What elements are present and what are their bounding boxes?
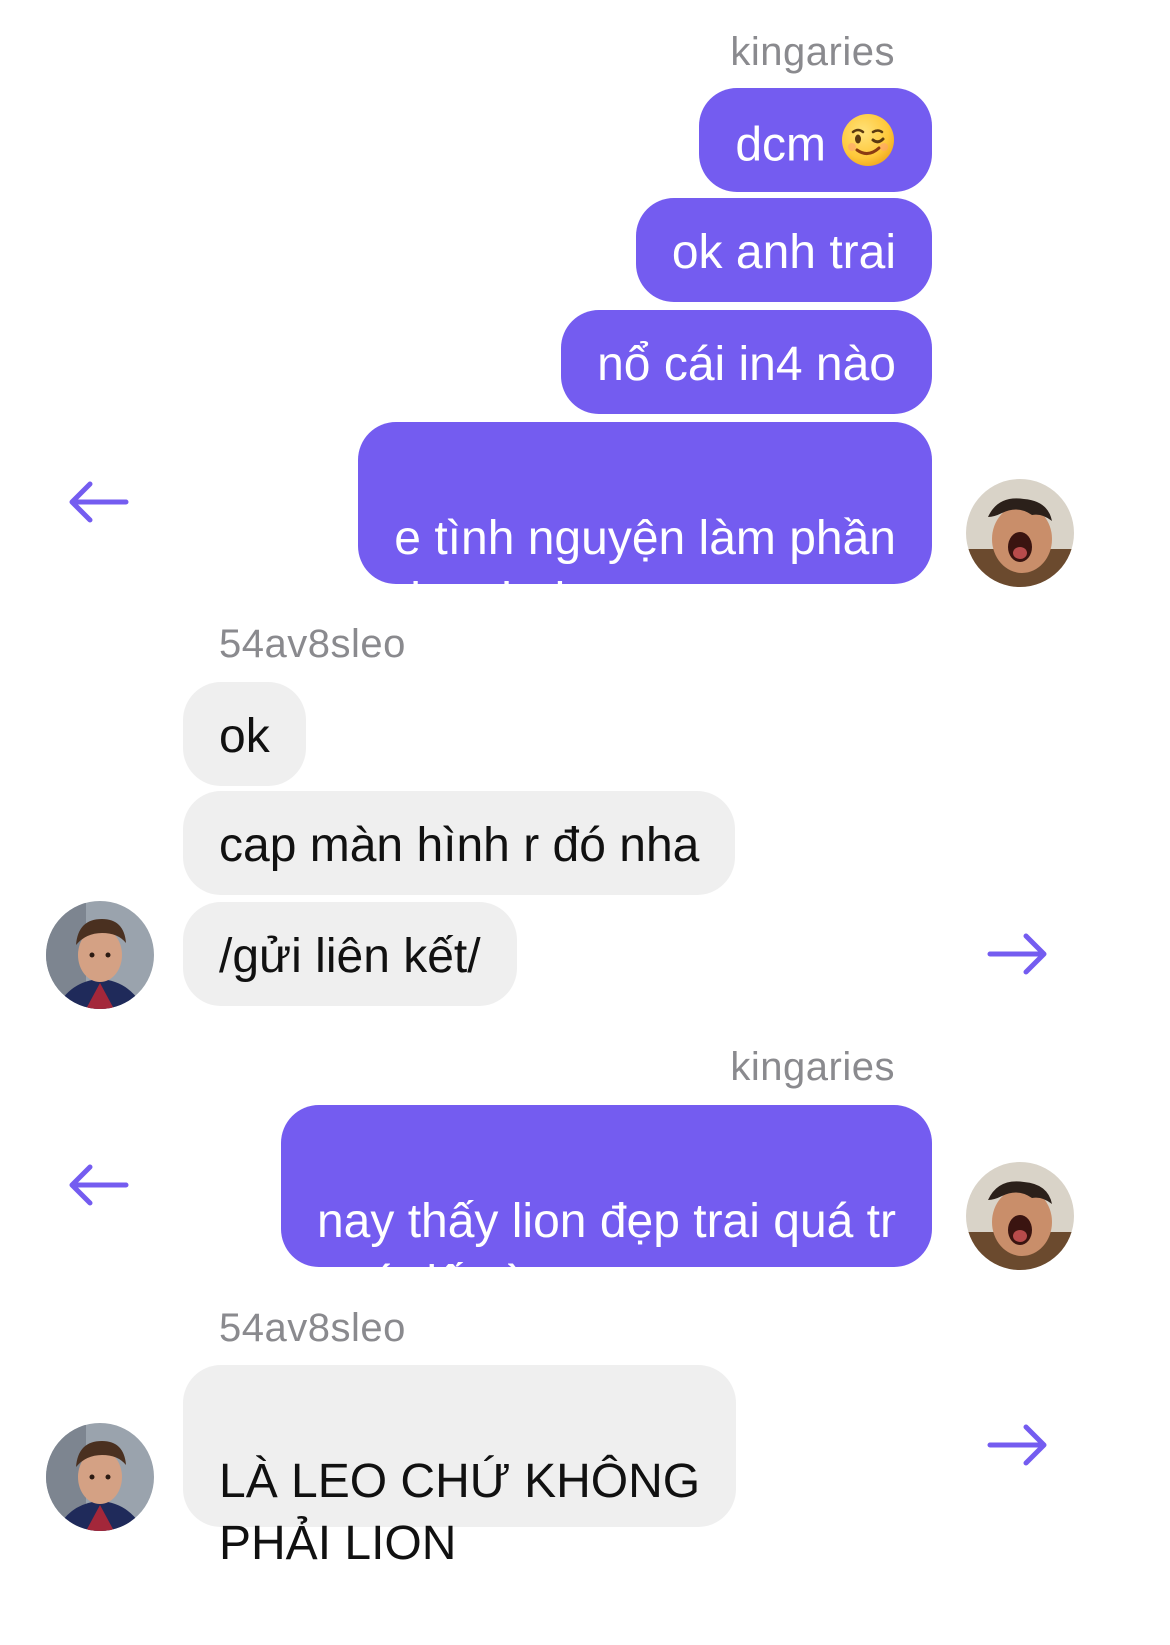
- message-bubble[interactable]: e tình nguyện làm phần doanh thu ạ: [358, 422, 932, 627]
- sender-name: kingaries: [730, 1045, 895, 1089]
- message-text: LÀ LEO CHỨ KHÔNG PHẢI LION: [219, 1455, 701, 1570]
- winking-face-emoji: [840, 112, 896, 184]
- message-bubble[interactable]: LÀ LEO CHỨ KHÔNG PHẢI LION: [183, 1365, 737, 1570]
- message-bubble[interactable]: cap màn hình r đó nha: [183, 791, 736, 895]
- message-bubble[interactable]: ok anh trai: [635, 198, 932, 302]
- sender-name: 54av8sleo: [219, 622, 406, 666]
- message-bubble[interactable]: ok: [183, 682, 306, 786]
- reply-arrow-left-icon[interactable]: [66, 478, 130, 526]
- message-text: cap màn hình r đó nha: [219, 819, 700, 872]
- message-text: dcm: [735, 118, 826, 172]
- message-text: e tình nguyện làm phần doanh thu ạ: [394, 512, 896, 627]
- avatar-kingaries[interactable]: [966, 479, 1074, 587]
- reply-arrow-right-icon[interactable]: [986, 930, 1050, 978]
- message-bubble[interactable]: nay thấy lion đẹp trai quá tr quá đấc àa…: [280, 1105, 932, 1310]
- message-bubble[interactable]: dcm: [699, 88, 932, 192]
- message-bubble[interactable]: /gửi liên kết/: [183, 902, 517, 1006]
- avatar-54av8sleo[interactable]: [46, 1423, 154, 1531]
- message-bubble[interactable]: nổ cái in4 nào: [561, 310, 932, 414]
- reply-arrow-right-icon[interactable]: [986, 1421, 1050, 1469]
- sender-name: kingaries: [730, 30, 895, 74]
- reply-arrow-left-icon[interactable]: [66, 1161, 130, 1209]
- avatar-kingaries[interactable]: [966, 1162, 1074, 1270]
- message-text: nay thấy lion đẹp trai quá tr quá đấc àa…: [316, 1195, 896, 1310]
- message-text: /gửi liên kết/: [219, 930, 481, 983]
- message-text: ok: [219, 710, 270, 763]
- avatar-54av8sleo[interactable]: [46, 901, 154, 1009]
- message-text: ok anh trai: [671, 226, 896, 279]
- message-text: nổ cái in4 nào: [597, 338, 896, 391]
- sender-name: 54av8sleo: [219, 1306, 406, 1350]
